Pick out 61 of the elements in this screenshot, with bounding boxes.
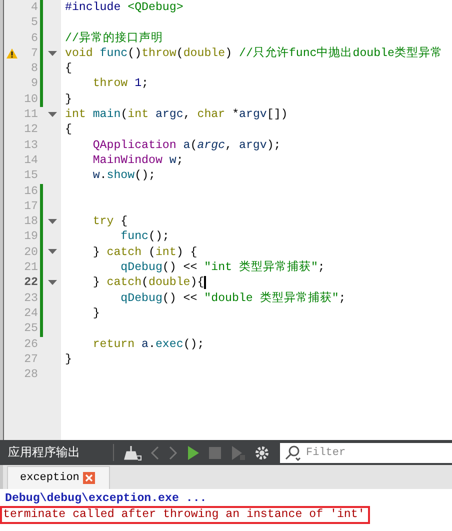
code-line: } (64, 352, 72, 368)
code-line: //异常的接口声明 (64, 30, 163, 46)
line-number: 22 (23, 275, 39, 291)
line-number: 11 (23, 107, 39, 122)
code-line: MainWindow w; (92, 152, 184, 168)
line-number: 8 (30, 61, 39, 76)
line-number: 18 (23, 214, 39, 230)
code-line: qDebug() << "double 类型异常捕获"; (120, 290, 346, 306)
code-line: } catch (int) { (92, 244, 198, 260)
code-line: #include <QDebug> (64, 0, 184, 16)
line-number: 7 (30, 46, 39, 62)
code-line: return a.exec(); (92, 336, 204, 352)
line-number: 20 (23, 244, 39, 260)
run-icon[interactable] (186, 444, 200, 460)
search-icon (284, 444, 302, 460)
code-line: void func()throw(double) //只允许func中抛出double类型异常 (64, 46, 442, 62)
fold-icon[interactable] (48, 280, 56, 286)
line-number: 26 (23, 336, 39, 352)
line-number: 4 (30, 0, 39, 16)
line-number: 10 (23, 92, 39, 108)
filter-field[interactable]: Filter (280, 442, 452, 462)
pane-title: 应用程序输出 (8, 444, 81, 461)
line-number: 16 (23, 184, 39, 199)
output-line: terminate called after throwing an instance of 'int' (1, 507, 369, 523)
line-number: 27 (23, 352, 39, 368)
code-line: { (64, 122, 72, 138)
line-number: 21 (23, 260, 39, 276)
fold-icon[interactable] (48, 112, 56, 118)
code-line: QApplication a(argc, argv); (92, 138, 281, 153)
code-line: int main(int argc, char *argv[]) (64, 107, 288, 122)
code-line: } catch(double){ (92, 275, 206, 291)
code-line: throw 1; (92, 76, 149, 92)
line-number: 12 (23, 122, 39, 138)
line-number: 19 (23, 229, 39, 245)
settings-icon[interactable] (254, 444, 270, 460)
code-line: } (64, 92, 72, 108)
line-number: 14 (23, 152, 39, 168)
line-number: 6 (30, 30, 39, 46)
code-line: func(); (120, 229, 170, 245)
output-tab[interactable]: exception (7, 466, 110, 489)
line-number: 24 (23, 306, 39, 322)
clear-icon[interactable] (124, 444, 142, 460)
fold-icon[interactable] (48, 50, 56, 57)
output-line: Debug\debug\exception.exe ... (5, 491, 208, 507)
line-number: 13 (23, 138, 39, 153)
code-line: w.show(); (92, 168, 156, 184)
code-line: } (92, 306, 100, 322)
close-icon[interactable] (83, 472, 96, 484)
line-number: 15 (23, 168, 39, 184)
code-line: try { (92, 214, 128, 230)
line-number: 23 (23, 290, 39, 306)
line-number: 9 (30, 76, 39, 92)
fold-icon[interactable] (48, 249, 56, 256)
code-line: qDebug() << "int 类型异常捕获"; (120, 260, 325, 276)
text-cursor (204, 276, 206, 290)
line-number: 17 (23, 198, 39, 214)
code-line: { (64, 61, 72, 76)
fold-icon[interactable] (48, 218, 56, 225)
line-number: 5 (30, 15, 39, 31)
line-number: 25 (23, 321, 39, 337)
line-number: 28 (23, 367, 39, 382)
